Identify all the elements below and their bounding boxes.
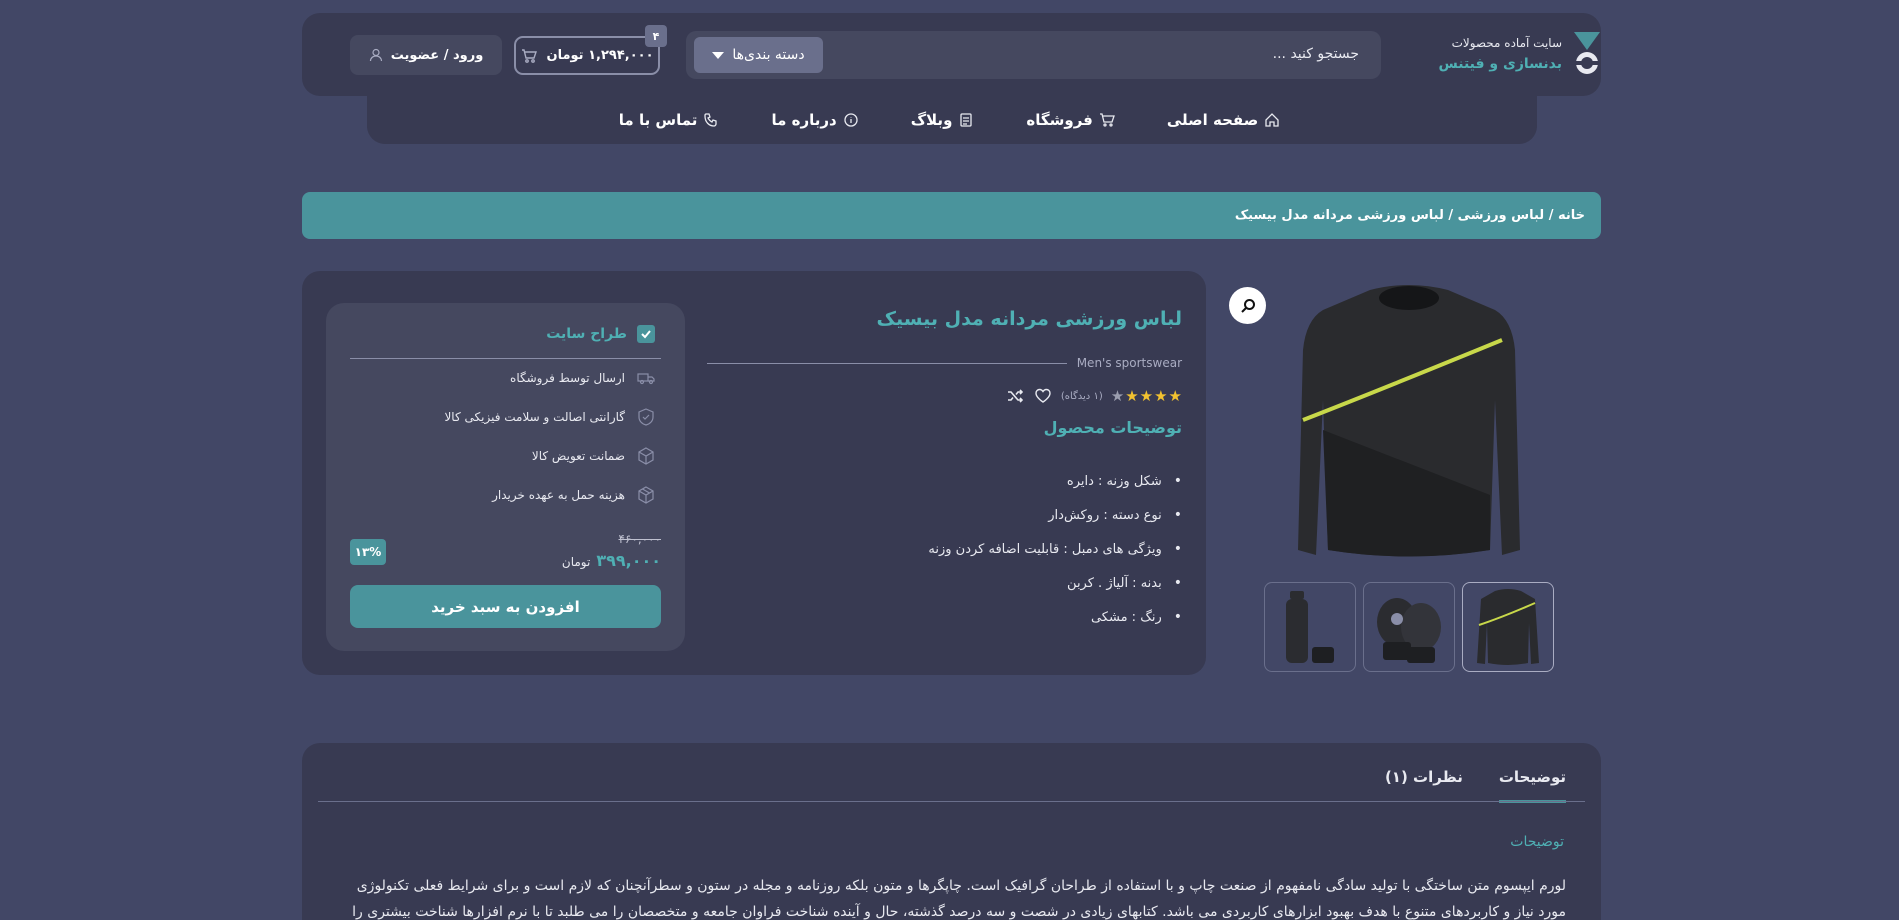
phone-icon bbox=[704, 113, 718, 127]
review-count[interactable]: (۱ دیدگاه) bbox=[1061, 391, 1103, 402]
feature-label: ارسال توسط فروشگاه bbox=[510, 371, 625, 385]
check-icon bbox=[637, 325, 655, 343]
site-name: بدنسازی و فیتنس bbox=[1438, 56, 1562, 72]
search-input[interactable]: جستجو کنید ... bbox=[1273, 46, 1359, 62]
search-box[interactable]: جستجو کنید ... دسته بندی‌ها bbox=[686, 31, 1381, 79]
heart-icon[interactable] bbox=[1033, 386, 1053, 406]
shuffle-compare-icon[interactable] bbox=[1005, 386, 1025, 406]
login-label: ورود / عضویت bbox=[390, 47, 484, 63]
cart-count-badge: ۴ bbox=[645, 25, 667, 47]
cart-icon bbox=[521, 48, 537, 63]
spec-text: بدنه : آلیاژ . کربن bbox=[1067, 575, 1162, 591]
breadcrumb-text[interactable]: خانه / لباس ورزشی / لباس ورزشی مردانه مد… bbox=[1235, 208, 1585, 223]
star-icon: ★ bbox=[1168, 387, 1182, 405]
shield-check-icon bbox=[638, 408, 654, 426]
caret-down-icon bbox=[712, 51, 725, 59]
feature-label: ضمانت تعویض کالا bbox=[531, 449, 625, 463]
package-icon bbox=[638, 486, 654, 504]
box-exchange-icon bbox=[638, 447, 654, 465]
spec-item: ویژگی های دمبل : قابلیت اضافه کردن وزنه bbox=[928, 532, 1182, 566]
divider bbox=[350, 358, 661, 359]
star-icon: ★ bbox=[1110, 387, 1125, 405]
tab-content-heading: توضیحات bbox=[1510, 834, 1564, 850]
nav-label-contact: تماس با ما bbox=[618, 111, 698, 129]
cart-button[interactable]: ۱,۲۹۴,۰۰۰ تومان bbox=[514, 36, 660, 75]
divider bbox=[707, 362, 1067, 364]
feature-shipping: ارسال توسط فروشگاه bbox=[510, 369, 655, 387]
discount-badge: ۱۳% bbox=[350, 539, 386, 565]
description-heading: توضیحات محصول bbox=[1043, 418, 1182, 437]
nav-item-blog[interactable]: وبلاگ bbox=[911, 111, 975, 129]
feature-exchange: ضمانت تعویض کالا bbox=[532, 447, 655, 465]
site-logo[interactable]: سایت آماده محصولات بدنسازی و فیتنس bbox=[1438, 30, 1602, 78]
feature-warranty: گارانتی اصالت و سلامت فیزیکی کالا bbox=[444, 408, 655, 426]
tab-reviews[interactable]: نظرات (۱) bbox=[1385, 768, 1463, 803]
site-tagline: سایت آماده محصولات bbox=[1451, 36, 1562, 50]
rating-row: ★ ★ ★ ★ ★ (۱ دیدگاه) bbox=[1005, 386, 1182, 406]
cart-icon bbox=[1099, 113, 1115, 127]
spec-item: رنگ : مشکی bbox=[928, 600, 1182, 634]
search-icon bbox=[1240, 298, 1255, 313]
spec-item: بدنه : آلیاژ . کربن bbox=[928, 566, 1182, 600]
category-dropdown-button[interactable]: دسته بندی‌ها bbox=[694, 37, 823, 73]
tabs-card: توضیحات نظرات (۱) توضیحات لورم ایپسوم مت… bbox=[302, 743, 1601, 920]
nav-item-about[interactable]: درباره ما bbox=[771, 111, 858, 129]
nav-label-blog: وبلاگ bbox=[910, 111, 953, 129]
nav-item-home[interactable]: صفحه اصلی bbox=[1167, 111, 1280, 129]
product-title: لباس ورزشی مردانه مدل بیسیک bbox=[876, 308, 1182, 330]
bottle-thumbnail-image bbox=[1286, 591, 1334, 663]
nav-label-home: صفحه اصلی bbox=[1166, 111, 1259, 129]
star-icon: ★ bbox=[1154, 387, 1168, 405]
spec-text: ویژگی های دمبل : قابلیت اضافه کردن وزنه bbox=[928, 541, 1162, 557]
tab-content-body: لورم ایپسوم متن ساختگی با تولید سادگی نا… bbox=[352, 878, 1566, 920]
truck-icon bbox=[637, 373, 655, 385]
price: ۳۹۹,۰۰۰ تومان bbox=[562, 551, 661, 570]
feature-label: گارانتی اصالت و سلامت فیزیکی کالا bbox=[444, 410, 625, 424]
feature-shipping-cost: هزینه حمل به عهده خریدار bbox=[492, 486, 655, 504]
spec-text: شکل وزنه : دایره bbox=[1066, 473, 1162, 489]
document-icon bbox=[960, 113, 973, 127]
cart-total: ۱,۲۹۴,۰۰۰ تومان bbox=[546, 48, 654, 63]
shirt-thumbnail-image bbox=[1477, 589, 1539, 665]
nav-item-shop[interactable]: فروشگاه bbox=[1026, 111, 1115, 129]
zoom-button[interactable] bbox=[1229, 287, 1266, 324]
main-nav: صفحه اصلی فروشگاه وبلاگ درباره ما تماس ب… bbox=[0, 96, 1899, 144]
thumbnail-shirt[interactable] bbox=[1462, 582, 1554, 672]
product-image[interactable] bbox=[1290, 280, 1528, 563]
english-name: Men's sportswear bbox=[1076, 356, 1182, 370]
purchase-box: طراح سایت ارسال توسط فروشگاه گارانتی اصا… bbox=[326, 303, 685, 651]
new-price: ۳۹۹,۰۰۰ bbox=[596, 551, 661, 570]
user-icon bbox=[369, 48, 382, 62]
spec-item: شکل وزنه : دایره bbox=[928, 464, 1182, 498]
nav-label-shop: فروشگاه bbox=[1026, 111, 1093, 129]
star-icon: ★ bbox=[1125, 387, 1139, 405]
english-name-row: Men's sportswear bbox=[707, 356, 1182, 370]
dumbbell-logo-icon bbox=[1574, 32, 1600, 74]
old-price: ۴۶۰,۰۰۰ bbox=[618, 532, 662, 546]
star-rating: ★ ★ ★ ★ ★ bbox=[1111, 387, 1182, 405]
breadcrumb: خانه / لباس ورزشی / لباس ورزشی مردانه مد… bbox=[302, 192, 1601, 239]
thumbnail-bottle[interactable] bbox=[1264, 582, 1356, 672]
divider bbox=[318, 801, 1585, 802]
tab-description[interactable]: توضیحات bbox=[1498, 768, 1566, 803]
spec-list: شکل وزنه : دایره نوع دسته : روکش‌دار ویژ… bbox=[928, 464, 1182, 634]
nav-label-about: درباره ما bbox=[771, 111, 837, 129]
thumbnail-gloves[interactable] bbox=[1363, 582, 1455, 672]
nav-item-contact[interactable]: تماس با ما bbox=[619, 111, 720, 129]
tab-list: توضیحات نظرات (۱) bbox=[1385, 768, 1566, 803]
feature-label: هزینه حمل به عهده خریدار bbox=[492, 488, 625, 502]
spec-text: رنگ : مشکی bbox=[1090, 609, 1162, 625]
add-to-cart-button[interactable]: افزودن به سبد خرید bbox=[350, 585, 661, 628]
currency: تومان bbox=[561, 555, 591, 569]
gloves-thumbnail-image bbox=[1377, 598, 1441, 663]
info-icon bbox=[844, 113, 858, 127]
spec-text: نوع دسته : روکش‌دار bbox=[1048, 507, 1162, 523]
seller-name: طراح سایت bbox=[546, 326, 627, 342]
spec-item: نوع دسته : روکش‌دار bbox=[928, 498, 1182, 532]
star-icon: ★ bbox=[1139, 387, 1154, 405]
home-icon bbox=[1265, 113, 1279, 127]
category-button-label: دسته بندی‌ها bbox=[732, 47, 805, 63]
seller-row: طراح سایت bbox=[546, 325, 655, 343]
login-button[interactable]: ورود / عضویت bbox=[350, 35, 502, 75]
